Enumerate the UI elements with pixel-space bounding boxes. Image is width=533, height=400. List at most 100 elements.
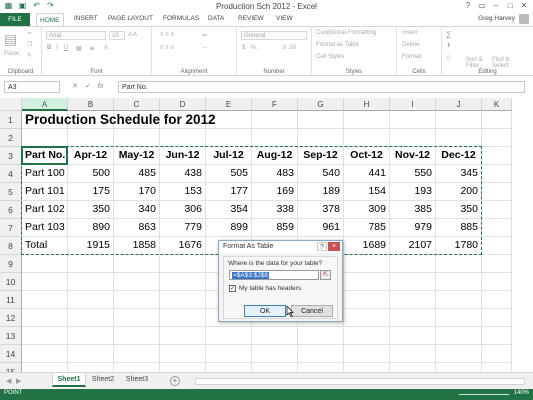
format-button[interactable]: Format (402, 54, 421, 60)
zoom-level[interactable]: 140% (514, 390, 529, 396)
value-cell[interactable]: 154 (344, 183, 390, 201)
tab-data[interactable]: DATA (208, 15, 224, 22)
copy-icon[interactable]: ❐ (27, 41, 32, 48)
value-cell[interactable]: 153 (160, 183, 206, 201)
empty-cell[interactable] (344, 345, 390, 363)
tab-file[interactable]: FILE (0, 13, 30, 26)
empty-cell[interactable] (482, 237, 512, 255)
value-cell[interactable]: 779 (160, 219, 206, 237)
find-select-button[interactable]: Find & Select (492, 57, 520, 69)
empty-cell[interactable] (482, 219, 512, 237)
headers-checkbox-label[interactable]: My table has headers (239, 285, 301, 292)
paste-label[interactable]: Paste (4, 51, 19, 57)
empty-cell[interactable] (22, 255, 68, 273)
row-header[interactable]: 13 (0, 327, 22, 345)
row-header[interactable]: 12 (0, 309, 22, 327)
column-header[interactable]: J (436, 98, 482, 111)
help-icon[interactable]: ? (461, 0, 475, 12)
value-cell[interactable]: 441 (344, 165, 390, 183)
empty-cell[interactable] (298, 129, 344, 147)
table-header-cell[interactable]: May-12 (114, 147, 160, 165)
row-header[interactable]: 11 (0, 291, 22, 309)
empty-cell[interactable] (344, 327, 390, 345)
value-cell[interactable]: 1780 (436, 237, 482, 255)
top-align-icon[interactable]: ≡ ≡ ≡ (160, 32, 174, 38)
value-cell[interactable]: 1676 (160, 237, 206, 255)
empty-cell[interactable] (252, 345, 298, 363)
empty-cell[interactable] (114, 309, 160, 327)
value-cell[interactable]: 378 (298, 201, 344, 219)
tab-formulas[interactable]: FORMULAS (163, 15, 199, 22)
empty-cell[interactable] (436, 129, 482, 147)
row-label-cell[interactable]: Total (22, 237, 68, 255)
value-cell[interactable]: 338 (252, 201, 298, 219)
value-cell[interactable]: 200 (436, 183, 482, 201)
value-cell[interactable]: 170 (114, 183, 160, 201)
empty-cell[interactable] (344, 111, 390, 129)
empty-cell[interactable] (22, 345, 68, 363)
empty-cell[interactable] (390, 327, 436, 345)
value-cell[interactable]: 979 (390, 219, 436, 237)
insert-button[interactable]: Insert (402, 30, 417, 36)
delete-button[interactable]: Delete (402, 42, 419, 48)
empty-cell[interactable] (68, 309, 114, 327)
column-header[interactable]: K (482, 98, 512, 111)
cut-icon[interactable]: ✂ (27, 30, 32, 37)
empty-cell[interactable] (390, 255, 436, 273)
empty-cell[interactable] (252, 111, 298, 129)
name-box[interactable]: A3 (4, 81, 60, 93)
empty-cell[interactable] (298, 111, 344, 129)
value-cell[interactable]: 306 (160, 201, 206, 219)
row-label-cell[interactable]: Part 102 (22, 201, 68, 219)
row-header[interactable]: 3 (0, 147, 22, 165)
font-size-box[interactable]: 10 (109, 31, 125, 40)
row-header[interactable]: 7 (0, 219, 22, 237)
empty-cell[interactable] (344, 255, 390, 273)
table-header-cell[interactable]: Oct-12 (344, 147, 390, 165)
close-icon[interactable]: ✕ (517, 0, 531, 12)
empty-cell[interactable] (160, 273, 206, 291)
row-header[interactable]: 2 (0, 129, 22, 147)
autosum-icon[interactable]: Σ (446, 30, 452, 40)
empty-cell[interactable] (22, 327, 68, 345)
table-header-cell[interactable]: Jul-12 (206, 147, 252, 165)
table-header-cell[interactable]: Apr-12 (68, 147, 114, 165)
cancel-button[interactable]: Cancel (291, 305, 333, 317)
empty-cell[interactable] (390, 129, 436, 147)
value-cell[interactable]: 1858 (114, 237, 160, 255)
font-color-icon[interactable]: A (104, 45, 108, 51)
sort-filter-button[interactable]: Sort & Filter (466, 57, 490, 69)
font-name-box[interactable]: Arial (46, 31, 106, 40)
row-label-cell[interactable]: Part 100 (22, 165, 68, 183)
value-cell[interactable]: 350 (68, 201, 114, 219)
value-cell[interactable]: 785 (344, 219, 390, 237)
empty-cell[interactable] (22, 291, 68, 309)
insert-function-icon[interactable]: fx (98, 81, 103, 93)
sheet-tab-sheet1[interactable]: Sheet1 (52, 373, 86, 387)
empty-cell[interactable] (482, 201, 512, 219)
clear-icon[interactable]: ◇ (446, 54, 451, 61)
empty-cell[interactable] (160, 129, 206, 147)
table-header-cell[interactable]: Nov-12 (390, 147, 436, 165)
empty-cell[interactable] (436, 327, 482, 345)
column-header[interactable]: A (22, 98, 68, 111)
empty-cell[interactable] (22, 273, 68, 291)
column-header[interactable]: G (298, 98, 344, 111)
value-cell[interactable]: 961 (298, 219, 344, 237)
dialog-close-icon[interactable]: × (328, 242, 340, 251)
value-cell[interactable]: 1689 (344, 237, 390, 255)
empty-cell[interactable] (114, 273, 160, 291)
value-cell[interactable]: 175 (68, 183, 114, 201)
collapse-dialog-icon[interactable]: ⇱ (320, 270, 331, 280)
value-cell[interactable]: 485 (114, 165, 160, 183)
tab-view[interactable]: VIEW (276, 15, 293, 22)
table-header-cell[interactable]: Dec-12 (436, 147, 482, 165)
value-cell[interactable]: 550 (390, 165, 436, 183)
empty-cell[interactable] (436, 255, 482, 273)
bold-icon[interactable]: B (47, 45, 51, 51)
value-cell[interactable]: 193 (390, 183, 436, 201)
value-cell[interactable]: 189 (298, 183, 344, 201)
empty-cell[interactable] (68, 273, 114, 291)
empty-cell[interactable] (390, 345, 436, 363)
row-header[interactable]: 9 (0, 255, 22, 273)
